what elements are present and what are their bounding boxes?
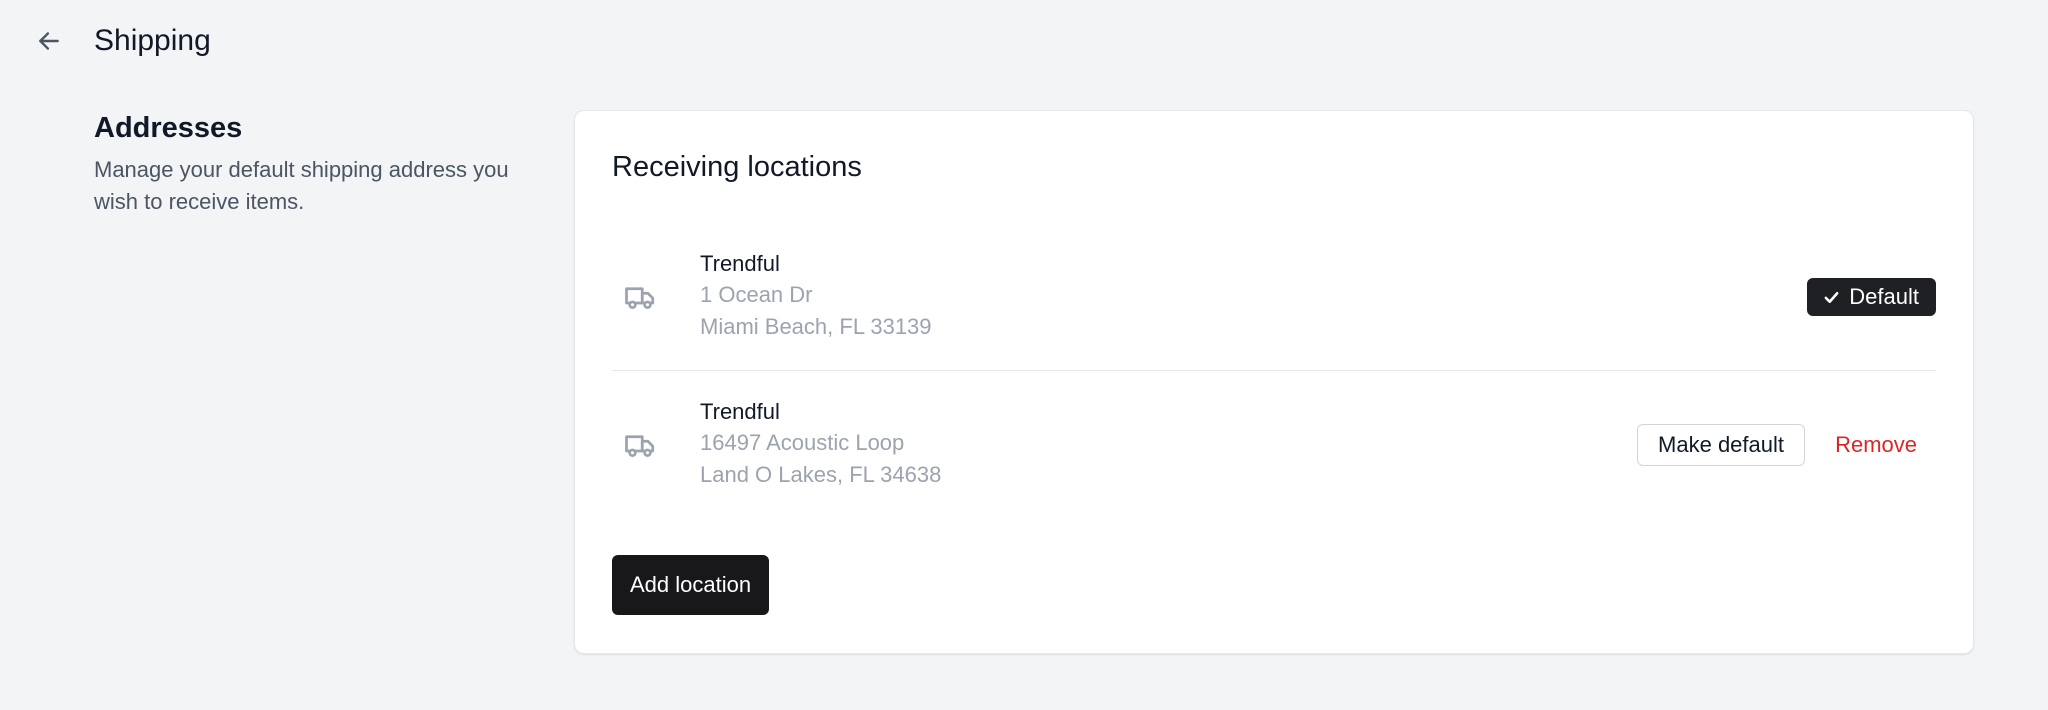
location-address-line-1: 1 Ocean Dr [700, 282, 813, 307]
section-description: Manage your default shipping address you… [94, 157, 509, 214]
truck-icon [622, 427, 658, 463]
location-details: Trendful 1 Ocean Dr Miami Beach, FL 3313… [700, 249, 932, 343]
arrow-left-icon [39, 32, 59, 50]
location-address-line-2: Miami Beach, FL 33139 [700, 314, 932, 339]
truck-icon [622, 279, 658, 315]
section-heading: Addresses [94, 112, 243, 144]
location-name: Trendful [700, 251, 780, 276]
location-address-line-2: Land O Lakes, FL 34638 [700, 462, 942, 487]
receiving-locations-card: Receiving locations Trendful 1 Ocean Dr … [574, 110, 1974, 654]
add-location-button[interactable]: Add location [612, 555, 770, 615]
location-name: Trendful [700, 399, 780, 424]
back-button[interactable] [32, 24, 66, 58]
default-badge-label: Default [1849, 284, 1919, 309]
page-title: Shipping [94, 24, 211, 57]
location-row: Trendful 16497 Acoustic Loop Land O Lake… [612, 371, 1936, 519]
default-badge: Default [1807, 278, 1936, 316]
location-details: Trendful 16497 Acoustic Loop Land O Lake… [700, 397, 941, 491]
remove-button[interactable]: Remove [1835, 424, 1917, 466]
page-header: Shipping [0, 0, 2048, 82]
addresses-section-intro: Addresses Manage your default shipping a… [94, 108, 534, 218]
location-address-line-1: 16497 Acoustic Loop [700, 430, 905, 455]
location-row: Trendful 1 Ocean Dr Miami Beach, FL 3313… [612, 223, 1936, 371]
card-title: Receiving locations [612, 151, 862, 183]
check-icon [1824, 291, 1839, 303]
make-default-button[interactable]: Make default [1637, 424, 1805, 466]
